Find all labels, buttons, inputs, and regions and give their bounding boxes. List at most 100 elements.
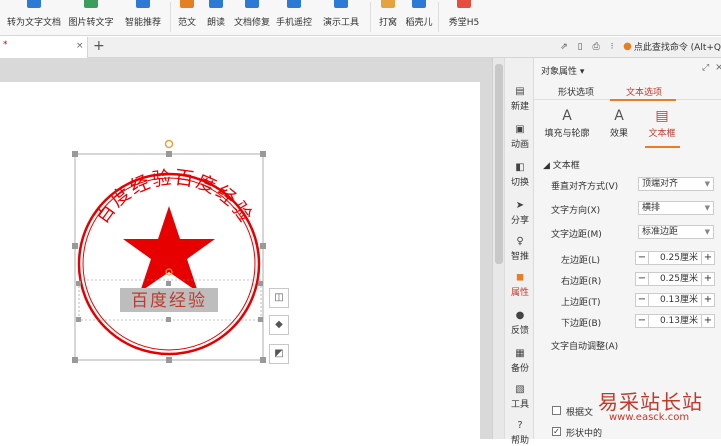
document-tab[interactable]: * × — [0, 37, 88, 58]
close-tab-icon[interactable]: × — [76, 41, 84, 51]
side-item-label: 切换 — [510, 178, 529, 188]
ribbon-item[interactable]: 打窝 — [376, 0, 400, 36]
ribbon-item[interactable]: 转为文字文档 — [4, 0, 64, 36]
share-icon[interactable]: ⇗ — [559, 42, 569, 52]
side-item-icon: ▧ — [515, 384, 525, 395]
object-properties-pane: 对象属性 ▾ ⤢ × 形状选项 文本选项 A 填充与轮廓 A 效果 ▤ 文本框 … — [534, 58, 721, 439]
increment-button[interactable]: + — [701, 272, 715, 286]
autofit-checkbox[interactable] — [552, 406, 561, 415]
wrap-text-checkbox[interactable]: ✓ — [552, 427, 561, 436]
wrap-text-label: 形状中的 — [566, 429, 603, 439]
text-direction-label: 文字方向(X) — [551, 206, 601, 216]
subtab-label: 效果 — [609, 129, 628, 139]
side-item-icon: ▦ — [515, 348, 525, 359]
increment-button[interactable]: + — [701, 293, 715, 307]
command-search[interactable]: ● 点此查找命令 (Alt+Q — [623, 40, 721, 53]
textbox-icon: ▤ — [655, 108, 669, 124]
top-margin-stepper[interactable]: −0.13厘米 + — [635, 293, 715, 307]
print-preview-icon[interactable]: ⎙ — [591, 42, 601, 52]
decrement-button[interactable]: − — [635, 272, 649, 286]
right-margin-stepper[interactable]: −0.25厘米 + — [635, 272, 715, 286]
phone-remote-icon — [287, 0, 301, 8]
text-direction-select[interactable]: 横排 ▼ — [638, 201, 714, 215]
side-item[interactable]: ▤ 新建 — [505, 86, 535, 112]
decrement-button[interactable]: − — [635, 251, 649, 265]
smart-recommend-icon — [136, 0, 150, 8]
ribbon-separator — [370, 2, 371, 32]
ribbon-item-label: 转为文字文档 — [6, 18, 61, 28]
decrement-button[interactable]: − — [635, 314, 649, 328]
side-item-icon: ▤ — [515, 86, 525, 97]
chevron-down-icon: ▼ — [704, 180, 710, 188]
ribbon-item[interactable]: 秀堂H5 — [447, 0, 481, 36]
text-margin-value: 标准边距 — [642, 227, 679, 237]
autofit-label: 文字自动调整(A) — [551, 342, 619, 352]
side-item[interactable]: ◧ 切换 — [505, 162, 535, 188]
svg-text:百度经验百度经验: 百度经验百度经验 — [91, 166, 257, 227]
outline-button[interactable]: ◩ — [269, 344, 289, 364]
close-pane-icon[interactable]: × — [715, 62, 721, 73]
subtab-fill-outline[interactable]: A 填充与轮廓 — [537, 108, 597, 139]
text-margin-select[interactable]: 标准边距 ▼ — [638, 225, 714, 239]
add-tab-button[interactable]: + — [93, 38, 105, 54]
shape-style-button[interactable]: ◫ — [269, 288, 289, 308]
right-margin-value[interactable]: 0.25厘米 — [649, 272, 701, 286]
side-item[interactable]: ◼ 属性 — [505, 272, 535, 298]
bottom-margin-value[interactable]: 0.13厘米 — [649, 314, 701, 328]
ribbon-item[interactable]: 手机遥控 — [275, 0, 313, 36]
template-icon — [180, 0, 194, 8]
vertical-align-select[interactable]: 顶端对齐 ▼ — [638, 177, 714, 191]
section-textbox-header[interactable]: ◢ 文本框 — [543, 158, 580, 171]
ribbon-item[interactable]: 范文 — [175, 0, 199, 36]
tab-shape-options[interactable]: 形状选项 — [558, 85, 594, 98]
right-margin-label: 右边距(R) — [561, 277, 602, 287]
ribbon-item[interactable]: 图片转文字 — [68, 0, 114, 36]
ribbon-item[interactable]: 演示工具 — [318, 0, 364, 36]
decrement-button[interactable]: − — [635, 293, 649, 307]
side-item-icon: ➤ — [515, 200, 525, 211]
side-item[interactable]: ▦ 备份 — [505, 348, 535, 374]
tab-text-options[interactable]: 文本选项 — [626, 85, 662, 98]
side-item-icon: ? — [517, 420, 523, 431]
active-tab-underline — [610, 99, 676, 101]
vertical-scrollbar[interactable] — [492, 58, 504, 439]
stamp-inner-text[interactable]: 百度经验 — [131, 291, 207, 311]
ribbon-item[interactable]: 文档修复 — [233, 0, 271, 36]
side-item[interactable]: ➤ 分享 — [505, 200, 535, 226]
document-icon[interactable]: ▯ — [575, 42, 585, 52]
side-item-label: 工具 — [510, 400, 529, 410]
subtab-textbox[interactable]: ▤ 文本框 — [632, 108, 692, 139]
h5-icon — [457, 0, 471, 8]
side-item-label: 帮助 — [510, 436, 529, 446]
slide-canvas[interactable]: 百度经验百度经验 百度经验 — [0, 58, 492, 439]
side-item[interactable]: ♀ 智推 — [505, 236, 535, 262]
side-item[interactable]: ▣ 动画 — [505, 124, 535, 150]
paint-bucket-icon: ◆ — [275, 319, 283, 330]
rotate-handle[interactable] — [164, 139, 174, 149]
ribbon-item-label: 演示工具 — [322, 18, 359, 28]
top-margin-value[interactable]: 0.13厘米 — [649, 293, 701, 307]
ribbon-item[interactable]: 稻壳儿 — [405, 0, 433, 36]
autofit-option-label: 根据文 — [566, 408, 594, 418]
bottom-margin-stepper[interactable]: −0.13厘米 + — [635, 314, 715, 328]
pane-title[interactable]: 对象属性 ▾ — [541, 64, 584, 77]
pin-icon[interactable]: ⤢ — [702, 63, 709, 73]
ribbon-item[interactable]: 朗读 — [204, 0, 228, 36]
more-icon[interactable]: ⁝ — [607, 42, 617, 52]
side-item-label: 动画 — [510, 140, 529, 150]
print-icon — [381, 0, 395, 8]
bottom-margin-label: 下边距(B) — [561, 319, 602, 329]
fill-button[interactable]: ◆ — [269, 315, 289, 335]
increment-button[interactable]: + — [701, 314, 715, 328]
increment-button[interactable]: + — [701, 251, 715, 265]
side-item[interactable]: ● 反馈 — [505, 310, 535, 336]
scrollbar-thumb[interactable] — [495, 64, 503, 264]
side-item[interactable]: ▧ 工具 — [505, 384, 535, 410]
left-margin-stepper[interactable]: −0.25厘米 + — [635, 251, 715, 265]
slide[interactable]: 百度经验百度经验 百度经验 — [0, 82, 480, 439]
side-panel-strip: ▤ 新建 ▣ 动画 ◧ 切换 ➤ 分享 ♀ 智推 ◼ 属性 ● 反馈 ▦ 备份 ▧ 工具? 帮助 — [504, 58, 535, 446]
ribbon-item[interactable]: 智能推荐 — [118, 0, 168, 36]
side-item[interactable]: ? 帮助 — [505, 420, 535, 446]
ribbon-separator — [438, 2, 439, 32]
left-margin-value[interactable]: 0.25厘米 — [649, 251, 701, 265]
